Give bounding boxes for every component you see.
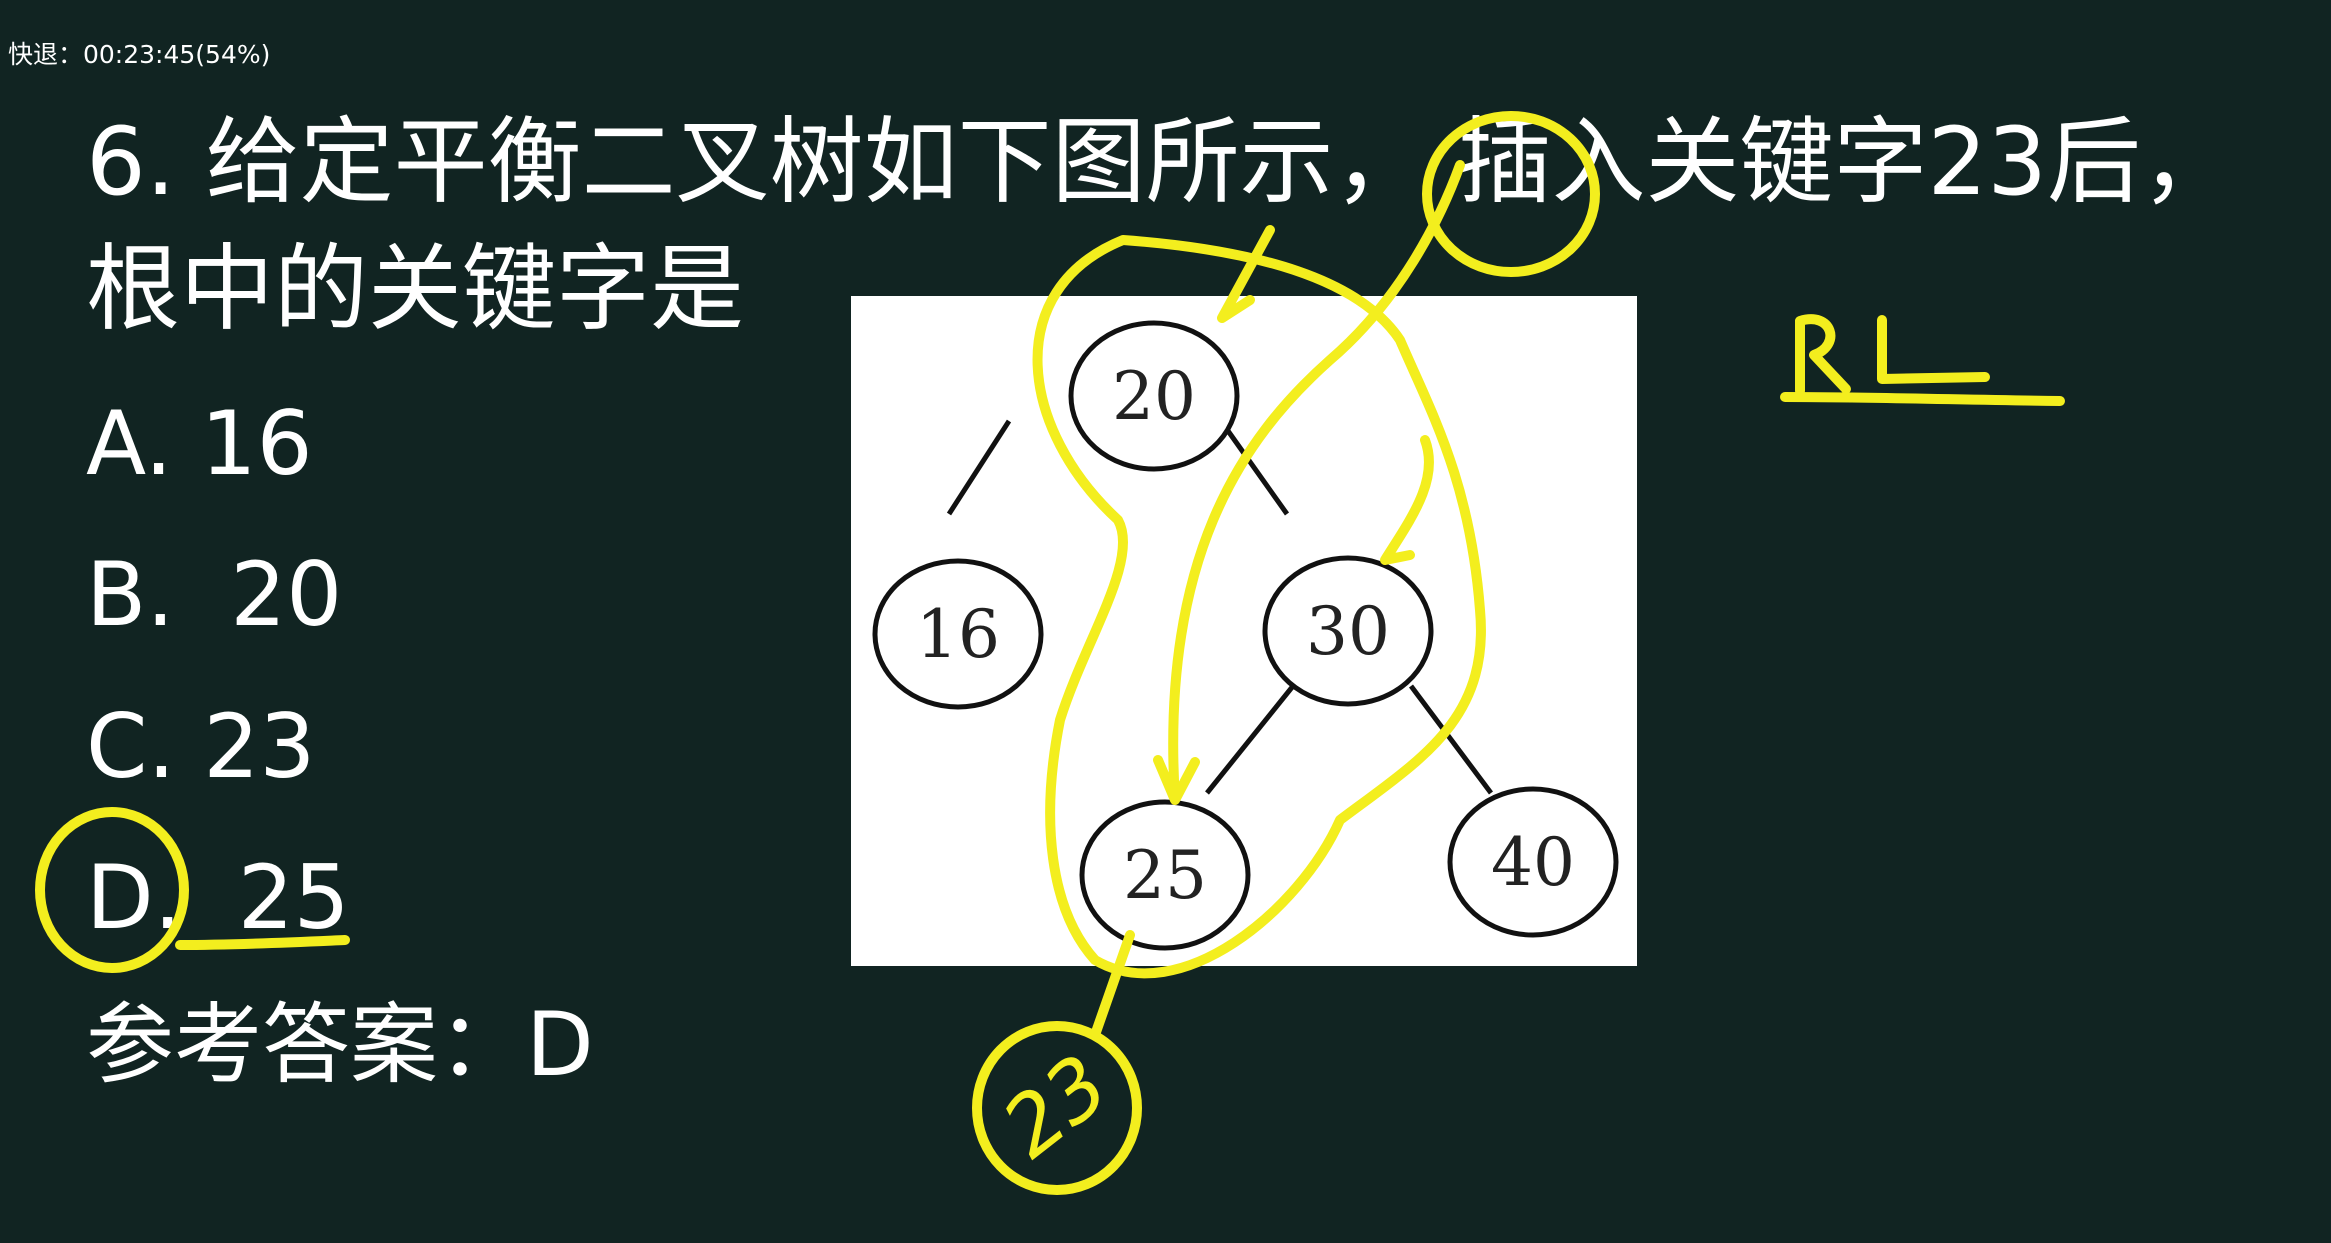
option-d-label: D. — [86, 846, 182, 949]
reference-answer: 参考答案：D — [86, 993, 594, 1096]
option-d: D. 25 — [86, 848, 350, 948]
option-c-label: C. — [86, 695, 176, 798]
option-c-value: 23 — [203, 695, 316, 798]
balanced-binary-tree: 20 16 30 25 40 — [872, 320, 1619, 951]
svg-text:25: 25 — [1123, 837, 1207, 914]
edge-30-25 — [1205, 684, 1295, 795]
option-a-label: A. — [86, 392, 173, 495]
tree-node-20: 20 — [1068, 320, 1240, 472]
option-c: C. 23 — [86, 697, 315, 797]
svg-text:20: 20 — [1112, 358, 1196, 435]
edge-30-40 — [1408, 684, 1494, 795]
tree-diagram-panel: 20 16 30 25 40 — [851, 296, 1637, 966]
circled-new-node-23 — [972, 1021, 1142, 1195]
option-b-label: B. — [86, 543, 175, 646]
option-a: A. 16 — [86, 394, 313, 494]
tree-node-40: 40 — [1447, 786, 1619, 938]
seek-status-indicator: 快退：00:23:45(54%) — [8, 40, 271, 69]
svg-text:30: 30 — [1306, 593, 1390, 670]
svg-text:40: 40 — [1491, 824, 1575, 901]
tree-node-30: 30 — [1262, 555, 1434, 707]
handwritten-23-label: 23 — [986, 1037, 1127, 1176]
video-frame: 快退：00:23:45(54%) 6. 给定平衡二叉树如下图所示， 插入关键字2… — [0, 0, 2331, 1243]
tree-node-16: 16 — [872, 558, 1044, 710]
rotation-label-rl-handwritten — [1780, 314, 2065, 406]
edge-20-16 — [946, 419, 1012, 516]
option-b: B. 20 — [86, 545, 342, 645]
option-b-value: 20 — [230, 543, 343, 646]
tree-node-25: 25 — [1079, 799, 1251, 951]
edge-20-30 — [1218, 419, 1290, 516]
question-text-line-1: 6. 给定平衡二叉树如下图所示， 插入关键字23后， — [86, 108, 2236, 217]
svg-text:16: 16 — [916, 596, 1000, 673]
question-text-line-2: 根中的关键字是 — [86, 235, 745, 344]
option-d-value: 25 — [237, 846, 350, 949]
option-a-value: 16 — [200, 392, 313, 495]
